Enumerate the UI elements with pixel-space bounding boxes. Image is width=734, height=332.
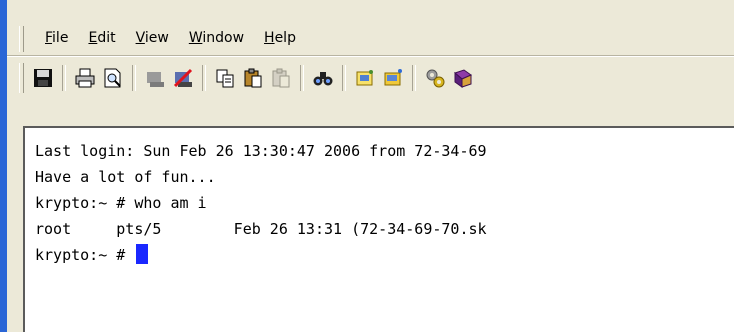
terminal-line: Last login: Sun Feb 26 13:30:47 2006 fro…	[35, 142, 487, 160]
paste-disabled-button[interactable]	[268, 64, 294, 92]
print-preview-icon	[104, 68, 121, 88]
help-book-icon	[454, 69, 473, 88]
find-button[interactable]	[310, 64, 336, 92]
help-book-button[interactable]	[450, 64, 476, 92]
paste-button[interactable]	[240, 64, 266, 92]
terminal-area[interactable]: Last login: Sun Feb 26 13:30:47 2006 fro…	[23, 126, 734, 332]
terminal-prompt-line: krypto:~ #	[35, 242, 487, 268]
session-open-icon	[384, 69, 402, 86]
menubar-grip[interactable]	[19, 26, 24, 52]
toolbar-grip[interactable]	[19, 63, 24, 93]
session-icon	[356, 70, 373, 86]
toolbar-separator	[300, 65, 304, 91]
print-preview-button[interactable]	[100, 64, 126, 92]
paste-disabled-icon	[272, 68, 290, 88]
session-open-button[interactable]	[380, 64, 406, 92]
print-icon	[75, 68, 95, 88]
connect-icon	[147, 72, 164, 87]
settings-button[interactable]	[422, 64, 448, 92]
disconnect-button[interactable]	[170, 64, 196, 92]
toolbar-separator	[412, 65, 416, 91]
toolbar-separator	[132, 65, 136, 91]
menu-window[interactable]: Window	[181, 30, 252, 46]
settings-icon	[426, 69, 445, 88]
menu-bar: File Edit View Window Help	[7, 22, 734, 54]
terminal-prompt: krypto:~ #	[35, 246, 135, 264]
toolbar	[7, 57, 734, 97]
toolbar-separator	[62, 65, 66, 91]
terminal-cursor	[136, 244, 149, 264]
copy-button[interactable]	[212, 64, 238, 92]
terminal-line: Have a lot of fun...	[35, 168, 216, 186]
toolbar-separator	[342, 65, 346, 91]
terminal-line: root pts/5 Feb 26 13:31 (72-34-69-70.sk	[35, 220, 487, 238]
menu-file[interactable]: File	[37, 30, 76, 46]
connect-button[interactable]	[142, 64, 168, 92]
app-window: File Edit View Window Help Last login: S…	[7, 0, 734, 332]
session-button[interactable]	[352, 64, 378, 92]
save-button[interactable]	[30, 64, 56, 92]
menu-help[interactable]: Help	[256, 30, 304, 46]
terminal-line: krypto:~ # who am i	[35, 194, 207, 212]
paste-icon	[244, 68, 262, 88]
menu-edit[interactable]: Edit	[80, 30, 123, 46]
menu-view[interactable]: View	[128, 30, 177, 46]
toolbar-separator	[202, 65, 206, 91]
save-icon	[34, 69, 52, 87]
find-icon	[313, 72, 333, 86]
copy-icon	[216, 69, 234, 88]
disconnect-icon	[173, 68, 193, 88]
print-button[interactable]	[72, 64, 98, 92]
